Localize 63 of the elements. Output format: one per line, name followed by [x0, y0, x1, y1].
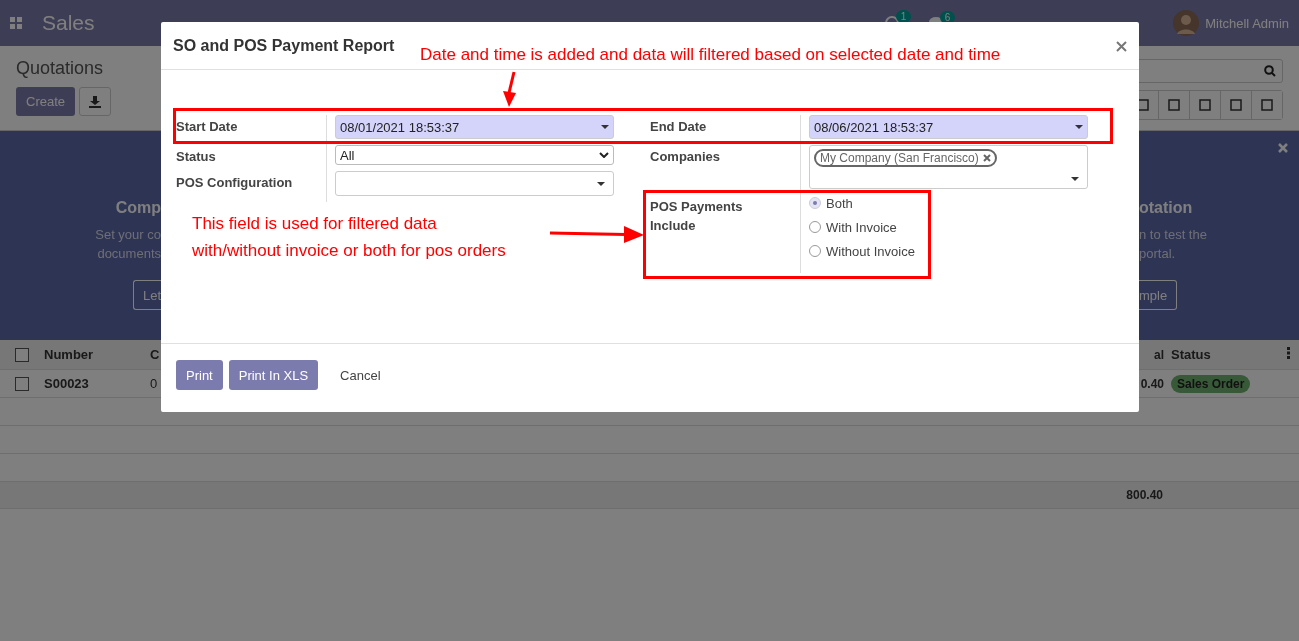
radio-option[interactable]: With Invoice	[809, 215, 1088, 239]
table-cell-text: S00023	[44, 376, 90, 391]
date-field[interactable]: 08/06/2021 18:53:37	[809, 115, 1088, 139]
dialog-title: SO and POS Payment Report	[173, 36, 395, 55]
chevron-icon	[599, 152, 609, 158]
field-label: Companies	[650, 148, 722, 166]
radio-option[interactable]: Without Invoice	[809, 239, 1088, 263]
avatar[interactable]	[1173, 10, 1200, 36]
banner-text: Set your co	[95, 226, 161, 244]
tags-field[interactable]: My Company (San Francisco)	[809, 145, 1088, 189]
checkbox[interactable]	[15, 347, 29, 362]
print-button[interactable]: Print In XLS	[228, 360, 319, 390]
date-field[interactable]: 08/01/2021 18:53:37	[335, 115, 614, 139]
field-label: Status	[176, 148, 217, 166]
field-label: POS Payments Include	[650, 198, 744, 235]
status-badge: Sales Order	[1171, 375, 1251, 393]
kebab-icon[interactable]	[1287, 347, 1290, 359]
column-header[interactable]: C	[150, 347, 160, 362]
banner-text: n to test the	[1139, 226, 1207, 244]
radio-option[interactable]: Both	[809, 191, 1088, 215]
cancel-button[interactable]: Cancel	[330, 360, 391, 390]
input-field[interactable]	[335, 171, 614, 196]
tag: My Company (San Francisco)	[814, 149, 997, 167]
radio-button[interactable]	[809, 221, 821, 233]
download-icon	[89, 95, 102, 108]
caret-icon	[1071, 177, 1079, 181]
view-icon	[1137, 99, 1149, 111]
table-cell: 0	[150, 376, 158, 391]
caret-icon	[601, 125, 609, 129]
close-icon[interactable]	[1278, 143, 1288, 153]
radio-button[interactable]	[809, 245, 821, 257]
view-icon	[1261, 99, 1273, 111]
annotation-note: Date and time is added and data will filtered based on selected date and time	[420, 44, 1001, 66]
annotation-note: This field is used for filtered data with/without invoice or both for pos orders	[192, 213, 506, 262]
column-header[interactable]: Number	[44, 347, 150, 362]
banner-text: documents	[97, 245, 161, 263]
view-icon	[1230, 99, 1242, 111]
print-button[interactable]: Print	[176, 360, 223, 390]
user-name[interactable]: Mitchell Admin	[1205, 15, 1289, 31]
page-title: Quotations	[16, 58, 105, 79]
apps-icon[interactable]	[10, 17, 22, 29]
radio-button[interactable]	[809, 197, 821, 209]
field-label: POS Configuration	[176, 174, 294, 192]
caret-icon	[1075, 125, 1083, 129]
banner-heading: Comp	[115, 199, 161, 217]
annotation-arrow	[501, 71, 517, 107]
remove-icon[interactable]	[982, 154, 991, 162]
select-field[interactable]: All	[335, 145, 614, 165]
caret-icon	[597, 181, 605, 186]
download-button[interactable]	[79, 87, 112, 116]
search-icon	[1264, 65, 1276, 77]
app-title: Sales	[42, 11, 95, 35]
checkbox[interactable]	[15, 376, 29, 391]
view-icon	[1168, 99, 1180, 111]
field-label: Start Date	[176, 118, 239, 136]
field-label: End Date	[650, 118, 708, 136]
table-cell-text: 0.40	[1139, 376, 1165, 391]
column-header[interactable]: Status	[1165, 347, 1287, 362]
banner-text: portal.	[1139, 245, 1176, 263]
banner-heading: otation	[1139, 199, 1193, 217]
create-button[interactable]: Create	[16, 87, 76, 116]
view-icon	[1199, 99, 1211, 111]
total-cell-text: 800.40	[1125, 488, 1164, 502]
